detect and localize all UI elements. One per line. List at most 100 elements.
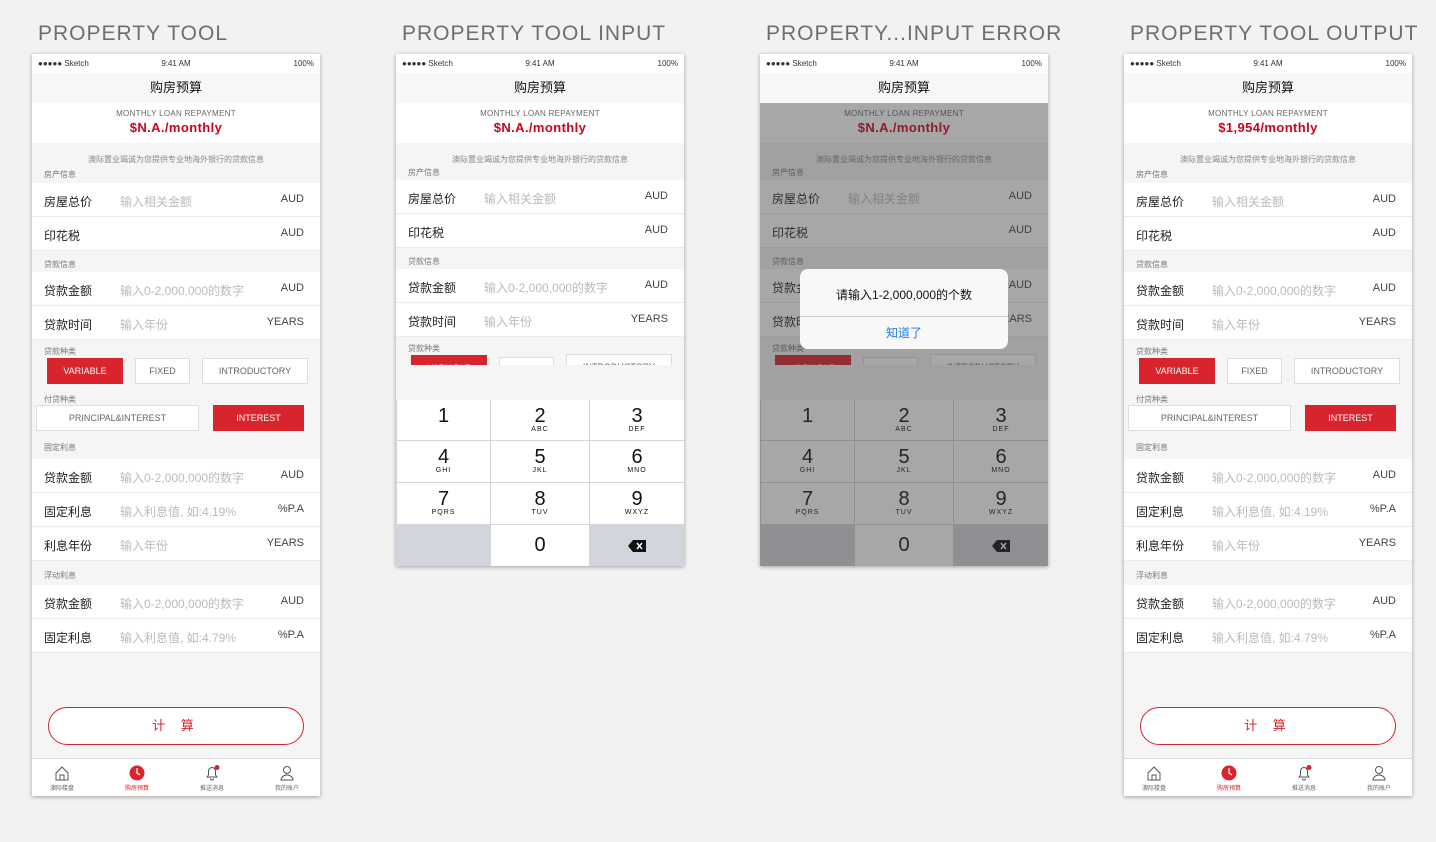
field-label: 贷款时间 [408, 315, 457, 329]
page-title: 购房预算 [1124, 73, 1412, 103]
field-input-loan_amount[interactable]: 输入0-2,000,000的数字 [1212, 282, 1336, 299]
field-input-loan_term[interactable]: 输入年份 [120, 316, 168, 333]
field-row-fixed_amount[interactable]: 贷款金额 输入0-2,000,000的数字 AUD [32, 459, 320, 493]
field-input-fixed_amount[interactable]: 输入0-2,000,000的数字 [120, 469, 244, 486]
variable-button[interactable]: VARIABLE [1139, 358, 1215, 384]
fixed-button[interactable]: FIXED [499, 357, 554, 365]
status-bar: ●●●●● Sketch 9:41 AM 100% [396, 54, 684, 73]
field-row-house_price[interactable]: 房屋总价 输入相关金额 AUD [32, 183, 320, 217]
key-5[interactable]: 5 JKL [491, 441, 589, 482]
backspace-icon [628, 540, 646, 552]
field-input-fixed_rate[interactable]: 输入利息值, 如:4.19% [120, 503, 236, 520]
field-input-loan_amount[interactable]: 输入0-2,000,000的数字 [120, 282, 244, 299]
field-row-house_price[interactable]: 房屋总价 输入相关金额 AUD [1124, 183, 1412, 217]
field-input-float_rate[interactable]: 输入利息值, 如:4.79% [1212, 629, 1328, 646]
field-row-fixed_years[interactable]: 利息年份 输入年份 YEARS [32, 527, 320, 561]
user-icon [1372, 766, 1386, 781]
field-row-stamp_duty[interactable]: 印花税 AUD [32, 217, 320, 251]
board-title-error: PROPERTY...INPUT ERROR [766, 22, 1063, 45]
field-input-house_price[interactable]: 输入相关金额 [1212, 193, 1284, 210]
field-label: 贷款金额 [44, 284, 93, 298]
field-row-float_amount[interactable]: 贷款金额 输入0-2,000,000的数字 AUD [1124, 585, 1412, 619]
field-input-loan_amount[interactable]: 输入0-2,000,000的数字 [484, 279, 608, 296]
field-row-fixed_rate[interactable]: 固定利息 输入利息值, 如:4.19% %P.A [1124, 493, 1412, 527]
field-label: 贷款金额 [1136, 597, 1185, 611]
field-row-loan_term[interactable]: 贷款时间 输入年份 YEARS [1124, 306, 1412, 340]
field-row-house_price[interactable]: 房屋总价 输入相关金额 AUD [396, 180, 684, 214]
field-row-stamp_duty[interactable]: 印花税 AUD [396, 214, 684, 248]
field-input-fixed_rate[interactable]: 输入利息值, 如:4.19% [1212, 503, 1328, 520]
key-4[interactable]: 4 GHI [397, 441, 490, 482]
field-row-loan_amount[interactable]: 贷款金额 输入0-2,000,000的数字 AUD [1124, 272, 1412, 306]
key-0[interactable]: 0 [491, 525, 589, 566]
tab-budget[interactable]: 购房预算 [1193, 763, 1265, 792]
field-row-loan_term[interactable]: 贷款时间 输入年份 YEARS [32, 306, 320, 340]
calculate-button[interactable]: 计 算 [1140, 707, 1396, 745]
introductory-button[interactable]: INTRODUCTORY [566, 354, 672, 365]
alert-ok-button[interactable]: 知道了 [800, 316, 1008, 349]
field-row-loan_amount[interactable]: 贷款金额 输入0-2,000,000的数字 AUD [396, 269, 684, 303]
key-2[interactable]: 2 ABC [491, 400, 589, 440]
fixed-button[interactable]: FIXED [135, 358, 190, 384]
key-8[interactable]: 8 TUV [491, 483, 589, 524]
key-3[interactable]: 3 DEF [590, 400, 684, 440]
field-row-loan_amount[interactable]: 贷款金额 输入0-2,000,000的数字 AUD [32, 272, 320, 306]
delete-key[interactable] [590, 525, 684, 566]
key-6[interactable]: 6 MNO [590, 441, 684, 482]
variable-button[interactable]: VARIABLE [47, 358, 123, 384]
field-input-house_price[interactable]: 输入相关金额 [120, 193, 192, 210]
field-unit: AUD [280, 282, 304, 294]
field-input-float_rate[interactable]: 输入利息值, 如:4.79% [120, 629, 236, 646]
field-input-fixed_years[interactable]: 输入年份 [120, 537, 168, 554]
interest-only-button[interactable]: INTEREST [213, 405, 304, 431]
field-row-stamp_duty[interactable]: 印花税 AUD [1124, 217, 1412, 251]
pay-type-group: PRINCIPAL&INTEREST INTEREST [32, 405, 320, 437]
tab-news[interactable]: 推送消息 [176, 763, 248, 792]
introductory-button[interactable]: INTRODUCTORY [202, 358, 308, 384]
interest-only-button[interactable]: INTEREST [1305, 405, 1396, 431]
tab-home[interactable]: 澳际楼盘 [32, 763, 98, 792]
field-row-fixed_rate[interactable]: 固定利息 输入利息值, 如:4.19% %P.A [32, 493, 320, 527]
field-input-float_amount[interactable]: 输入0-2,000,000的数字 [120, 595, 244, 612]
principal-interest-button[interactable]: PRINCIPAL&INTEREST [36, 405, 199, 431]
loan-type-group: VARIABLE FIXED INTRODUCTORY [32, 356, 320, 392]
section-label-loan_type: 贷款种类 [408, 344, 440, 353]
tab-account[interactable]: 我的账户 [251, 763, 320, 792]
field-unit: YEARS [266, 316, 304, 328]
repayment-summary: MONTHLY LOAN REPAYMENT $N.A./monthly [396, 103, 684, 143]
bell-icon [1298, 765, 1312, 781]
tab-account[interactable]: 我的账户 [1343, 763, 1412, 792]
key-digit: 7 [437, 488, 450, 510]
tab-home[interactable]: 澳际楼盘 [1124, 763, 1190, 792]
key-7[interactable]: 7 PQRS [397, 483, 490, 524]
field-input-house_price[interactable]: 输入相关金额 [484, 190, 556, 207]
field-input-float_amount[interactable]: 输入0-2,000,000的数字 [1212, 595, 1336, 612]
field-unit: AUD [280, 227, 304, 239]
field-input-fixed_amount[interactable]: 输入0-2,000,000的数字 [1212, 469, 1336, 486]
field-row-fixed_years[interactable]: 利息年份 输入年份 YEARS [1124, 527, 1412, 561]
calculate-button[interactable]: 计 算 [48, 707, 304, 745]
field-row-float_rate[interactable]: 固定利息 输入利息值, 如:4.79% %P.A [32, 619, 320, 653]
field-row-float_rate[interactable]: 固定利息 输入利息值, 如:4.79% %P.A [1124, 619, 1412, 653]
field-row-loan_term[interactable]: 贷款时间 输入年份 YEARS [396, 303, 684, 337]
key-letters: WXYZ [624, 509, 650, 516]
principal-interest-button[interactable]: PRINCIPAL&INTEREST [1128, 405, 1291, 431]
key-1[interactable]: 1 [397, 400, 490, 440]
tab-label: 我的账户 [1366, 786, 1391, 792]
introductory-button[interactable]: INTRODUCTORY [1294, 358, 1400, 384]
variable-button[interactable]: VARIABLE [411, 355, 487, 365]
tab-budget[interactable]: 购房预算 [101, 763, 173, 792]
tab-news[interactable]: 推送消息 [1268, 763, 1340, 792]
field-input-fixed_years[interactable]: 输入年份 [1212, 537, 1260, 554]
fixed-button[interactable]: FIXED [1227, 358, 1282, 384]
field-unit: %P.A [277, 629, 304, 641]
field-row-float_amount[interactable]: 贷款金额 输入0-2,000,000的数字 AUD [32, 585, 320, 619]
field-row-fixed_amount[interactable]: 贷款金额 输入0-2,000,000的数字 AUD [1124, 459, 1412, 493]
field-unit: %P.A [1369, 629, 1396, 641]
key-9[interactable]: 9 WXYZ [590, 483, 684, 524]
key-digit: 4 [437, 446, 450, 468]
page-title: 购房预算 [396, 73, 684, 103]
field-input-loan_term[interactable]: 输入年份 [484, 313, 532, 330]
section-label-loan: 贷款信息 [44, 260, 76, 269]
field-input-loan_term[interactable]: 输入年份 [1212, 316, 1260, 333]
